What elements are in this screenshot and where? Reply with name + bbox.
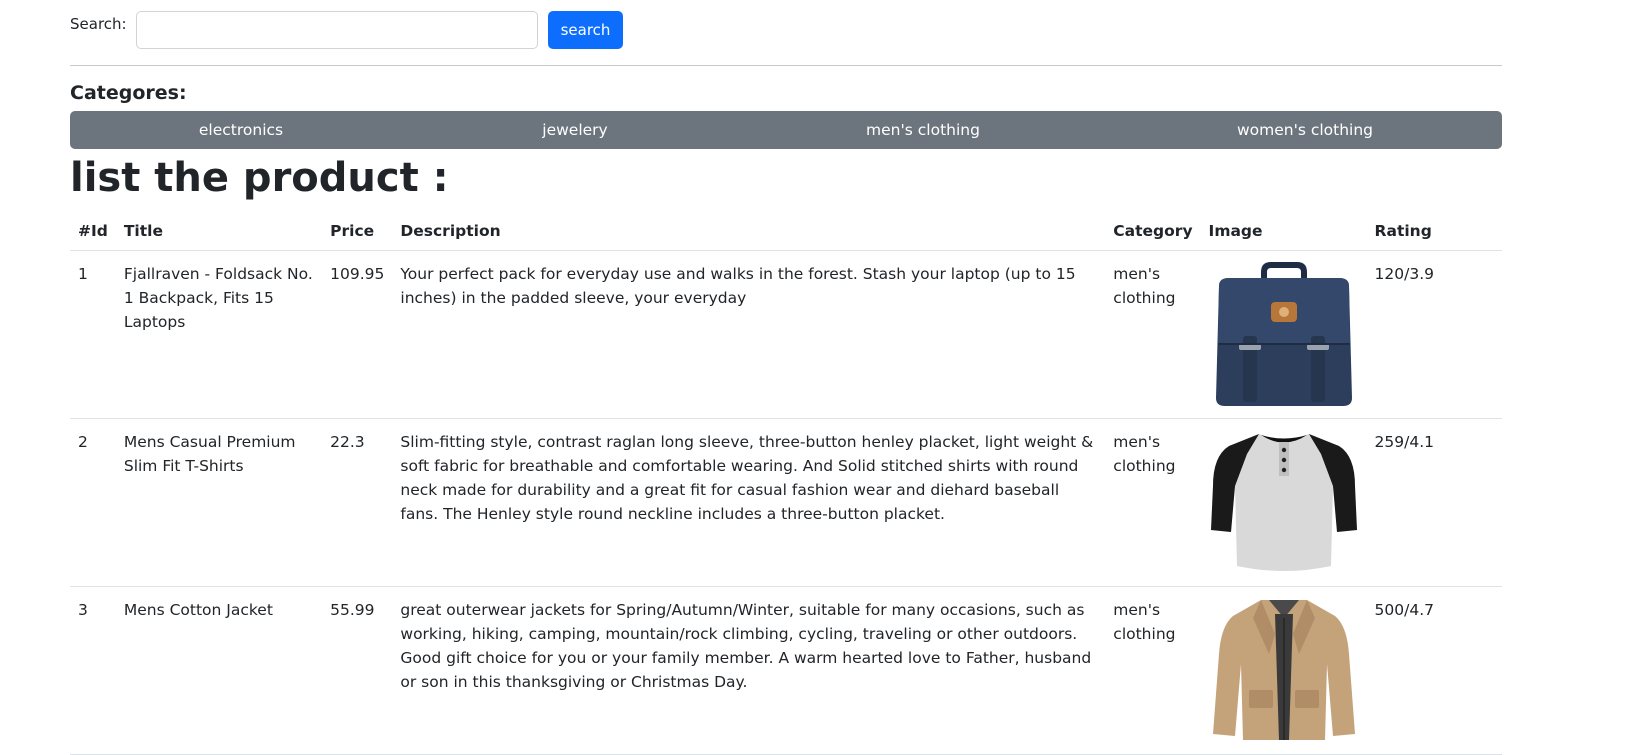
cell-description: great outerwear jackets for Spring/Autum… — [392, 586, 1106, 755]
cell-description: Your perfect pack for everyday use and w… — [392, 250, 1106, 419]
cell-image — [1200, 586, 1367, 755]
header-id: #Id — [70, 210, 116, 251]
cell-description: Slim-fitting style, contrast raglan long… — [392, 418, 1106, 587]
header-rating: Rating — [1366, 210, 1502, 251]
search-row: Search: search — [70, 0, 1502, 52]
cell-id: 1 — [70, 250, 116, 419]
page-container: Search: search Categores: electronics je… — [70, 0, 1502, 755]
header-title: Title — [115, 210, 323, 251]
cell-image — [1200, 418, 1367, 587]
cell-id: 3 — [70, 586, 116, 755]
jacket-image — [1212, 600, 1355, 740]
categories-title: Categores: — [70, 82, 187, 104]
table-row: 3 Mens Cotton Jacket 55.99 great outerwe… — [70, 586, 1502, 755]
search-label: Search: — [70, 15, 127, 33]
search-input[interactable] — [135, 11, 538, 49]
cell-image — [1200, 250, 1367, 419]
cell-title: Fjallraven - Foldsack No. 1 Backpack, Fi… — [115, 250, 323, 419]
page-title: list the product : — [70, 155, 449, 201]
table-row: 2 Mens Casual Premium Slim Fit T-Shirts … — [70, 418, 1502, 587]
search-button[interactable]: search — [547, 11, 624, 49]
cell-rating: 120/3.9 — [1366, 250, 1502, 419]
category-womens-clothing[interactable]: women's clothing — [1108, 121, 1502, 139]
cell-category: men's clothing — [1105, 586, 1201, 755]
divider — [70, 65, 1502, 66]
header-price: Price — [322, 210, 393, 251]
tshirt-image — [1210, 434, 1357, 571]
table-row: 1 Fjallraven - Foldsack No. 1 Backpack, … — [70, 250, 1502, 419]
cell-price: 55.99 — [322, 586, 393, 755]
product-table: #Id Title Price Description Category Ima… — [70, 210, 1502, 755]
cell-category: men's clothing — [1105, 418, 1201, 587]
cell-id: 2 — [70, 418, 116, 587]
header-image: Image — [1200, 210, 1367, 251]
backpack-image — [1215, 262, 1352, 406]
header-category: Category — [1105, 210, 1201, 251]
cell-title: Mens Casual Premium Slim Fit T-Shirts — [115, 418, 323, 587]
table-header-row: #Id Title Price Description Category Ima… — [70, 210, 1502, 251]
category-mens-clothing[interactable]: men's clothing — [738, 121, 1108, 139]
cell-rating: 259/4.1 — [1366, 418, 1502, 587]
category-jewelery[interactable]: jewelery — [412, 121, 738, 139]
cell-rating: 500/4.7 — [1366, 586, 1502, 755]
cell-price: 109.95 — [322, 250, 393, 419]
cell-title: Mens Cotton Jacket — [115, 586, 323, 755]
cell-category: men's clothing — [1105, 250, 1201, 419]
cell-price: 22.3 — [322, 418, 393, 587]
category-bar: electronics jewelery men's clothing wome… — [70, 111, 1502, 149]
category-electronics[interactable]: electronics — [70, 121, 412, 139]
header-description: Description — [392, 210, 1106, 251]
